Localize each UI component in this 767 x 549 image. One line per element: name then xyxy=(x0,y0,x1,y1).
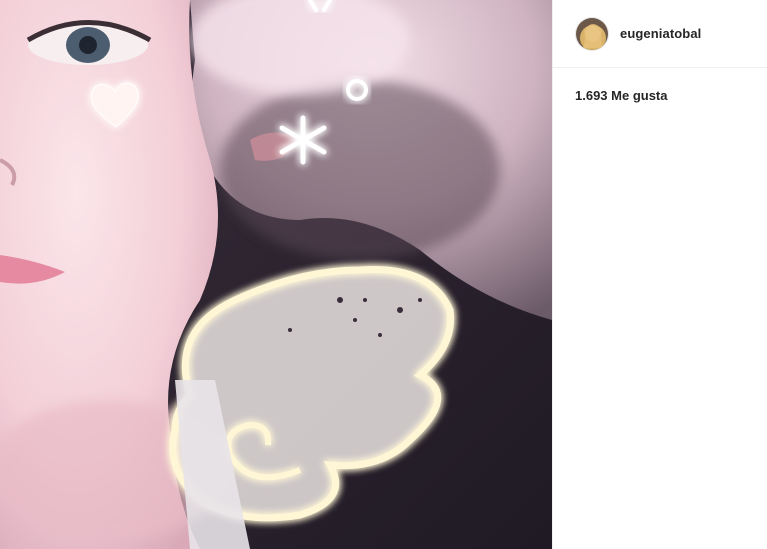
username-link[interactable]: eugeniatobal xyxy=(620,26,701,41)
post-photo[interactable] xyxy=(0,0,552,549)
post-sidebar: eugeniatobal 1.693 Me gusta xyxy=(552,0,767,549)
instagram-post: eugeniatobal 1.693 Me gusta xyxy=(0,0,767,549)
avatar-image xyxy=(576,17,608,50)
post-header: eugeniatobal xyxy=(553,0,767,68)
likes-count[interactable]: 1.693 Me gusta xyxy=(575,88,668,103)
photo-illustration xyxy=(0,0,552,549)
profile-avatar[interactable] xyxy=(575,16,609,51)
